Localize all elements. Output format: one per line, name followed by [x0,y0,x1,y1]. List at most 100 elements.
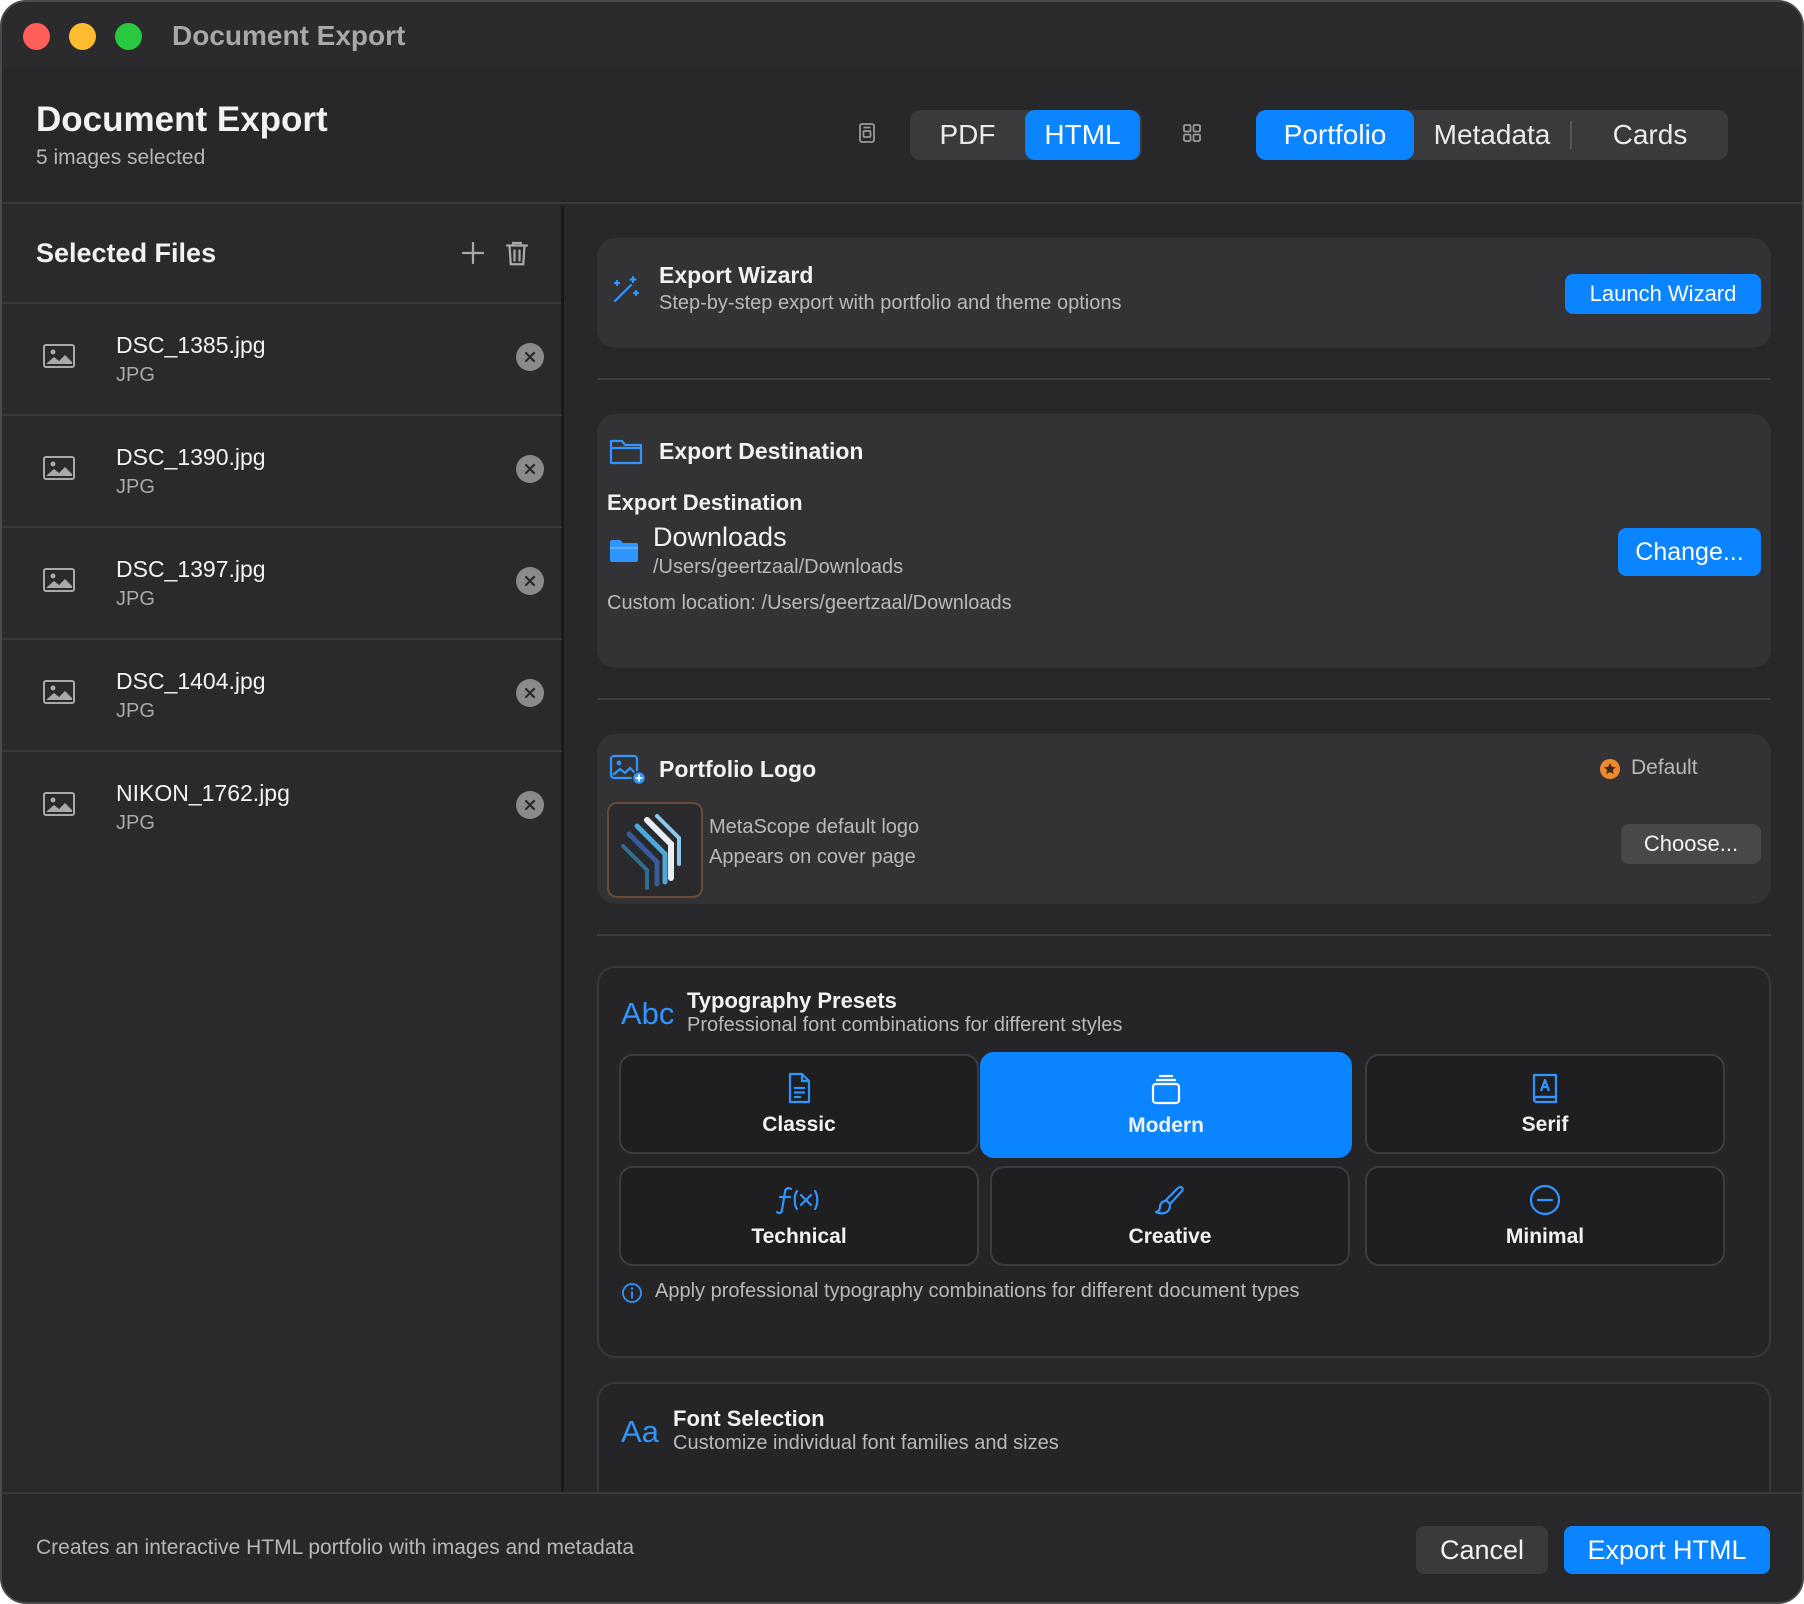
cancel-button[interactable]: Cancel [1416,1526,1548,1574]
photo-add-icon [609,754,647,786]
file-type: JPG [116,812,155,834]
tab-html[interactable]: HTML [1025,110,1140,160]
destination-folder-path: /Users/geertzaal/Downloads [653,556,904,578]
book-icon [1532,1073,1558,1104]
preset-label: Modern [1128,1114,1204,1137]
info-icon [622,1283,642,1303]
file-type: JPG [116,700,155,722]
export-wizard-card: Export Wizard Step-by-step export with p… [597,238,1771,348]
aa-icon: Aa [621,1414,659,1449]
file-row[interactable]: DSC_1397.jpg JPG [2,528,562,640]
logo-name: MetaScope default logo [709,816,920,838]
font-selection-subtitle: Customize individual font families and s… [673,1432,1059,1454]
remove-file-button[interactable] [516,567,544,595]
close-window-button[interactable] [23,23,50,50]
font-selection-title: Font Selection [673,1406,825,1431]
sidebar-header: Selected Files [2,206,561,304]
tab-cards[interactable]: Cards [1572,110,1728,160]
choose-logo-button[interactable]: Choose... [1621,824,1761,864]
file-row[interactable]: DSC_1390.jpg JPG [2,416,562,528]
export-destination-card: Export Destination Export Destination Do… [597,414,1771,668]
abc-icon: Abc [621,996,675,1031]
typography-subtitle: Professional font combinations for diffe… [687,1014,1123,1036]
launch-wizard-button[interactable]: Launch Wizard [1565,274,1761,314]
magic-wand-icon [613,275,640,303]
remove-file-button[interactable] [516,679,544,707]
preset-label: Classic [762,1113,836,1136]
preset-serif[interactable]: Serif [1365,1054,1725,1154]
close-icon [524,575,536,587]
minimize-window-button[interactable] [69,23,96,50]
title-bar: Document Export [2,2,1802,68]
wizard-subtitle: Step-by-step export with portfolio and t… [659,292,1122,314]
export-html-button[interactable]: Export HTML [1564,1526,1770,1574]
tab-portfolio[interactable]: Portfolio [1256,110,1414,160]
typography-presets-card: Abc Typography Presets Professional font… [597,966,1771,1358]
export-description: Creates an interactive HTML portfolio wi… [36,1536,635,1559]
file-row[interactable]: DSC_1385.jpg JPG [2,304,562,416]
minus-circle-icon [1529,1184,1561,1216]
function-icon [775,1187,819,1215]
preset-label: Minimal [1505,1225,1585,1248]
divider [597,934,1771,936]
main-content: Export Wizard Step-by-step export with p… [567,206,1802,1492]
zoom-window-button[interactable] [115,23,142,50]
logo-description: Appears on cover page [709,846,916,868]
wizard-title: Export Wizard [659,262,814,288]
file-name: DSC_1390.jpg [116,444,266,470]
remove-file-button[interactable] [516,343,544,371]
document-icon [788,1072,811,1104]
divider [597,378,1771,380]
preset-label: Technical [751,1225,847,1248]
preset-technical[interactable]: Technical [619,1166,979,1266]
portfolio-logo-card: Portfolio Logo Default MetaScope default… [597,734,1771,904]
typography-info: Apply professional typography combinatio… [655,1280,1300,1302]
custom-location-text: Custom location: /Users/geertzaal/Downlo… [607,592,1012,614]
close-icon [524,687,536,699]
logo-section-title: Portfolio Logo [659,756,817,782]
photo-icon [43,456,75,480]
sidebar-title: Selected Files [36,238,217,268]
remove-file-button[interactable] [516,791,544,819]
document-format-icon [859,123,875,143]
file-name: NIKON_1762.jpg [116,780,290,806]
preset-modern[interactable]: Modern [980,1052,1352,1158]
sidebar: Selected Files DSC_1385.jpg JPG DSC_1390… [2,206,564,1492]
tab-pdf[interactable]: PDF [910,110,1025,160]
trash-icon[interactable] [502,238,532,268]
preset-classic[interactable]: Classic [619,1054,979,1154]
add-icon[interactable] [458,238,488,268]
file-name: DSC_1404.jpg [116,668,266,694]
destination-label: Export Destination [607,490,803,515]
view-segmented-control: Portfolio Metadata Cards [1256,110,1728,160]
photo-icon [43,344,75,368]
file-row[interactable]: DSC_1404.jpg JPG [2,640,562,752]
file-name: DSC_1397.jpg [116,556,266,582]
preset-minimal[interactable]: Minimal [1365,1166,1725,1266]
folder-outline-icon [609,439,643,465]
metascope-logo-icon [621,814,681,890]
photo-icon [43,568,75,592]
font-selection-card: Aa Font Selection Customize individual f… [597,1382,1771,1492]
close-icon [524,799,536,811]
window-title: Document Export [172,20,406,51]
format-segmented-control: PDF HTML [910,110,1142,160]
export-window: Document Export Document Export 5 images… [0,0,1804,1604]
selection-count: 5 images selected [36,146,206,169]
file-type: JPG [116,364,155,386]
stack-icon [1151,1074,1181,1105]
star-badge-icon [1600,759,1620,779]
file-type: JPG [116,588,155,610]
file-row[interactable]: NIKON_1762.jpg JPG [2,752,562,864]
change-destination-button[interactable]: Change... [1618,528,1761,576]
logo-thumbnail[interactable] [607,802,703,898]
photo-icon [43,680,75,704]
photo-icon [43,792,75,816]
page-title: Document Export [36,100,328,139]
divider [597,698,1771,700]
tab-metadata[interactable]: Metadata [1414,110,1570,160]
remove-file-button[interactable] [516,455,544,483]
destination-section-title: Export Destination [659,438,864,464]
preset-creative[interactable]: Creative [990,1166,1350,1266]
file-type: JPG [116,476,155,498]
